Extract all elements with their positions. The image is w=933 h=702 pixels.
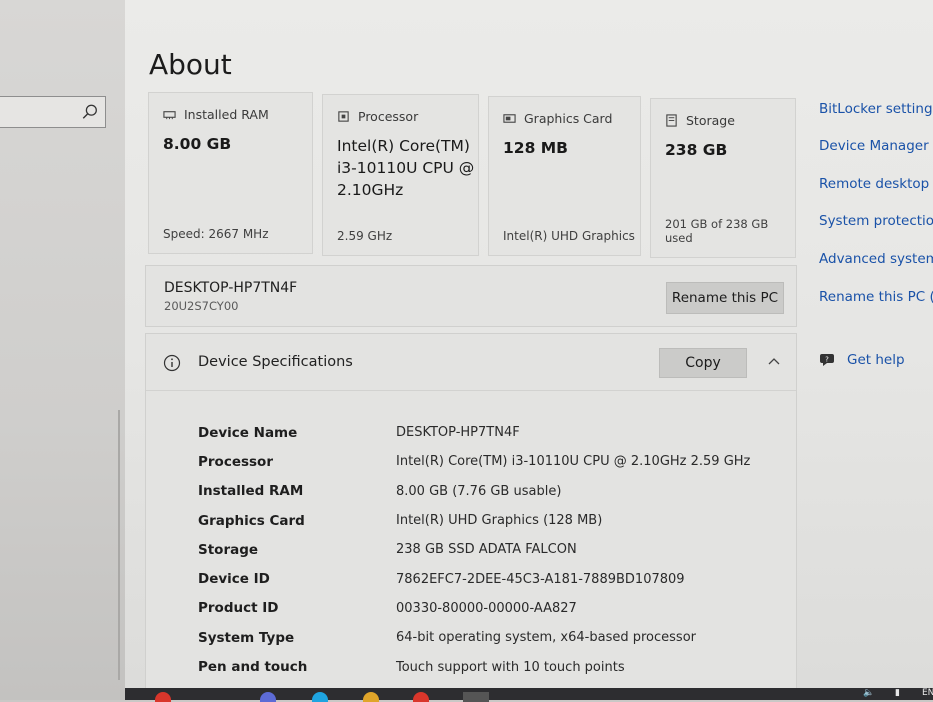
- help-chat-icon: ?: [820, 354, 834, 366]
- link-remote-desktop[interactable]: Remote desktop: [819, 176, 929, 192]
- card-label: Graphics Card: [524, 111, 613, 126]
- card-sub: Speed: 2667 MHz: [163, 227, 269, 241]
- spec-row: Storage 238 GB SSD ADATA FALCON: [198, 535, 788, 564]
- info-icon: [163, 354, 181, 372]
- language-indicator[interactable]: EN: [922, 688, 933, 698]
- graphics-card-icon: [503, 114, 516, 123]
- link-bitlocker-settings[interactable]: BitLocker settings: [819, 101, 933, 117]
- spec-row: Pen and touch Touch support with 10 touch…: [198, 652, 788, 681]
- volume-icon[interactable]: 🔈: [863, 688, 874, 698]
- taskbar: 🔈 ▮ EN: [125, 688, 933, 702]
- spec-row: Device ID 7862EFC7-2DEE-45C3-A181-7889BD1…: [198, 564, 788, 593]
- processor-icon: [338, 111, 349, 122]
- spec-value: Touch support with 10 touch points: [396, 659, 625, 675]
- spec-key: Pen and touch: [198, 659, 308, 676]
- spec-key: Product ID: [198, 600, 279, 617]
- card-graphics: Graphics Card 128 MB Intel(R) UHD Graphi…: [488, 96, 641, 256]
- card-value: 8.00 GB: [163, 135, 232, 153]
- page-title: About: [149, 48, 232, 81]
- spec-key: Graphics Card: [198, 512, 305, 529]
- spec-key: Device ID: [198, 571, 270, 588]
- spec-row: Installed RAM 8.00 GB (7.76 GB usable): [198, 477, 788, 506]
- spec-row: Product ID 00330-80000-00000-AA827: [198, 594, 788, 623]
- card-label: Processor: [358, 109, 419, 124]
- spec-key: Installed RAM: [198, 483, 304, 500]
- card-sub: 201 GB of 238 GB used: [665, 217, 769, 245]
- ram-icon: [163, 111, 176, 120]
- card-installed-ram: Installed RAM 8.00 GB Speed: 2667 MHz: [148, 92, 313, 254]
- spec-row: Graphics Card Intel(R) UHD Graphics (128 …: [198, 506, 788, 535]
- chevron-up-icon[interactable]: [766, 353, 782, 369]
- card-label: Installed RAM: [184, 107, 269, 122]
- card-storage: Storage 238 GB 201 GB of 238 GB used: [650, 98, 796, 258]
- card-value: 238 GB: [665, 141, 728, 159]
- spec-key: Device Name: [198, 424, 298, 441]
- spec-row: Processor Intel(R) Core(TM) i3-10110U CPU…: [198, 447, 788, 476]
- device-specifications-title: Device Specifications: [198, 354, 353, 370]
- get-help-label: Get help: [847, 352, 905, 368]
- spec-value: 7862EFC7-2DEE-45C3-A181-7889BD107809: [396, 571, 685, 587]
- battery-icon[interactable]: ▮: [895, 688, 900, 698]
- nav-divider: [118, 410, 120, 680]
- svg-text:?: ?: [825, 356, 829, 364]
- spec-value: 64-bit operating system, x64-based proce…: [396, 630, 696, 646]
- spec-table: Device Name DESKTOP-HP7TN4F Processor Intel…: [198, 418, 788, 682]
- settings-nav-panel: [0, 0, 125, 700]
- about-page: About Installed RAM 8.00 GB Speed: 2667 …: [125, 0, 933, 693]
- link-system-protection[interactable]: System protection: [819, 213, 933, 229]
- pc-model: 20U2S7CY00: [164, 299, 239, 313]
- storage-icon: [666, 114, 677, 127]
- copy-button[interactable]: Copy: [659, 348, 747, 378]
- link-advanced-system-settings[interactable]: Advanced system se: [819, 251, 933, 267]
- spec-value: 238 GB SSD ADATA FALCON: [396, 542, 577, 558]
- spec-value: 00330-80000-00000-AA827: [396, 600, 577, 616]
- link-device-manager[interactable]: Device Manager: [819, 138, 929, 154]
- card-value: Intel(R) Core(TM) i3-10110U CPU @ 2.10GH…: [337, 137, 475, 199]
- spec-value: Intel(R) UHD Graphics (128 MB): [396, 513, 603, 529]
- taskbar-app-icon[interactable]: [363, 692, 379, 702]
- taskbar-app-icon[interactable]: [312, 692, 328, 702]
- pc-name: DESKTOP-HP7TN4F: [164, 280, 298, 296]
- card-value: 128 MB: [503, 139, 568, 157]
- spec-key: System Type: [198, 629, 295, 646]
- card-sub: Intel(R) UHD Graphics: [503, 229, 635, 243]
- card-sub: 2.59 GHz: [337, 229, 393, 243]
- device-specifications-header[interactable]: Device Specifications Copy: [146, 334, 796, 391]
- taskbar-app-icon[interactable]: [260, 692, 276, 702]
- spec-value: 8.00 GB (7.76 GB usable): [396, 483, 562, 499]
- spec-key: Storage: [198, 541, 259, 558]
- spec-value: Intel(R) Core(TM) i3-10110U CPU @ 2.10GH…: [396, 454, 751, 470]
- get-help-link[interactable]: ? Get help: [819, 351, 905, 369]
- device-specifications-section: Device Specifications Copy Device Name DE…: [145, 333, 797, 693]
- spec-value: DESKTOP-HP7TN4F: [396, 425, 520, 441]
- card-processor: Processor Intel(R) Core(TM) i3-10110U CP…: [322, 94, 479, 256]
- card-label: Storage: [686, 113, 735, 128]
- link-rename-this-pc-advanced[interactable]: Rename this PC (ad: [819, 289, 933, 305]
- spec-key: Processor: [198, 453, 273, 470]
- taskbar-app-icon[interactable]: [413, 692, 429, 702]
- spec-row: Device Name DESKTOP-HP7TN4F: [198, 418, 788, 447]
- taskbar-app-icon[interactable]: [155, 692, 171, 702]
- taskbar-settings-icon[interactable]: [463, 692, 489, 702]
- rename-pc-button[interactable]: Rename this PC: [666, 282, 784, 314]
- spec-row: System Type 64-bit operating system, x64-…: [198, 623, 788, 652]
- search-input[interactable]: [0, 96, 106, 128]
- pc-name-section: DESKTOP-HP7TN4F 20U2S7CY00 Rename this P…: [145, 265, 797, 327]
- search-icon: [82, 104, 97, 119]
